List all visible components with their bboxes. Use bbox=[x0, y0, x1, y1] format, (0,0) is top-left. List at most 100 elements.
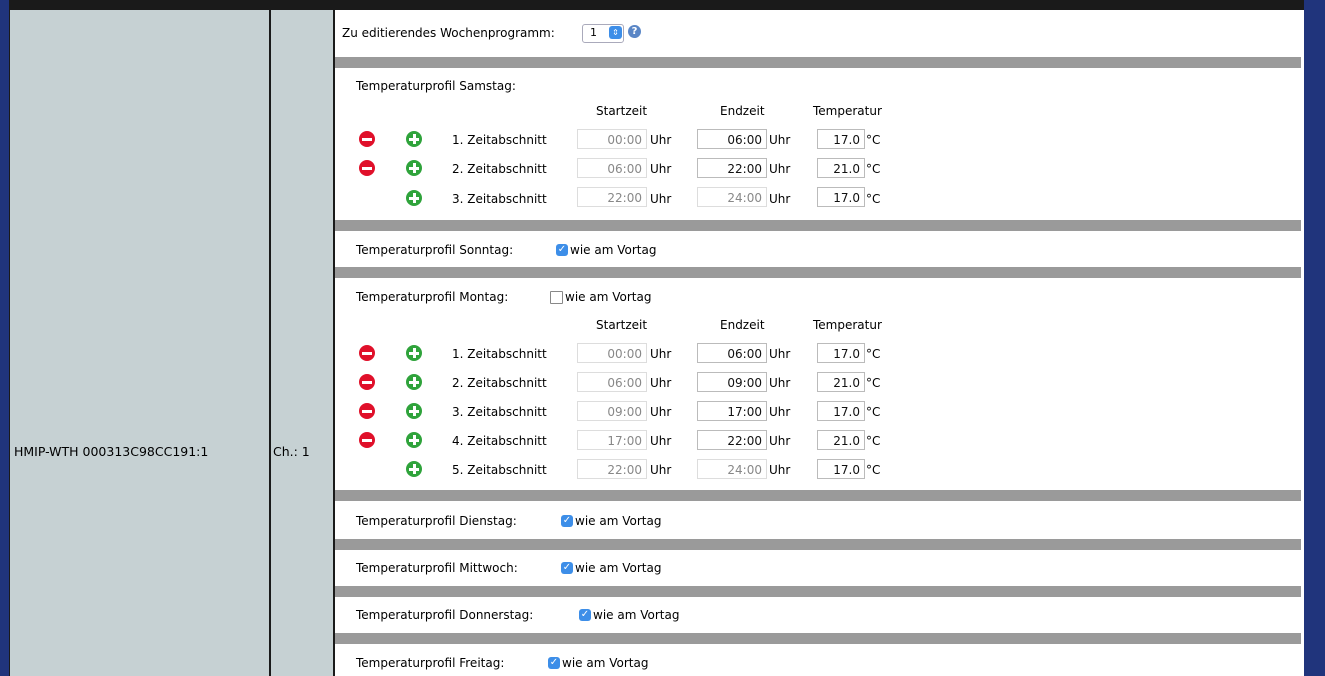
unit-label: Uhr bbox=[650, 347, 672, 361]
start-time-field: 00:00 bbox=[577, 343, 647, 363]
end-time-input[interactable]: 06:00 bbox=[697, 343, 767, 363]
day-label-sonntag: Temperaturprofil Sonntag: bbox=[356, 243, 514, 257]
end-time-field: 24:00 bbox=[697, 459, 767, 479]
header-end: Endzeit bbox=[720, 318, 765, 332]
section-divider bbox=[335, 220, 1301, 231]
unit-label: °C bbox=[866, 347, 881, 361]
temperature-input[interactable]: 17.0 bbox=[817, 459, 865, 479]
remove-period-button[interactable] bbox=[359, 345, 375, 361]
day-label-montag: Temperaturprofil Montag: bbox=[356, 290, 509, 304]
temperature-input[interactable]: 17.0 bbox=[817, 187, 865, 207]
temperature-input[interactable]: 17.0 bbox=[817, 129, 865, 149]
remove-period-button[interactable] bbox=[359, 374, 375, 390]
unit-label: Uhr bbox=[769, 133, 791, 147]
unit-label: Uhr bbox=[650, 405, 672, 419]
unit-label: Uhr bbox=[650, 463, 672, 477]
day-label-samstag: Temperaturprofil Samstag: bbox=[356, 79, 516, 93]
same-as-previous-label: wie am Vortag bbox=[575, 514, 662, 528]
program-select[interactable]: 1 ⇕ bbox=[582, 24, 624, 43]
same-as-previous-checkbox[interactable] bbox=[550, 291, 563, 304]
day-label-dienstag: Temperaturprofil Dienstag: bbox=[356, 514, 517, 528]
period-label: 1. Zeitabschnitt bbox=[452, 347, 547, 361]
unit-label: °C bbox=[866, 376, 881, 390]
unit-label: Uhr bbox=[769, 192, 791, 206]
add-period-button[interactable] bbox=[406, 131, 422, 147]
start-time-field: 22:00 bbox=[577, 459, 647, 479]
unit-label: °C bbox=[866, 405, 881, 419]
unit-label: °C bbox=[866, 162, 881, 176]
end-time-input[interactable]: 22:00 bbox=[697, 430, 767, 450]
period-label: 3. Zeitabschnitt bbox=[452, 192, 547, 206]
end-time-field: 24:00 bbox=[697, 187, 767, 207]
end-time-input[interactable]: 06:00 bbox=[697, 129, 767, 149]
unit-label: Uhr bbox=[769, 376, 791, 390]
unit-label: Uhr bbox=[650, 192, 672, 206]
start-time-field: 00:00 bbox=[577, 129, 647, 149]
period-label: 3. Zeitabschnitt bbox=[452, 405, 547, 419]
remove-period-button[interactable] bbox=[359, 131, 375, 147]
same-as-previous-label: wie am Vortag bbox=[565, 290, 652, 304]
temperature-input[interactable]: 21.0 bbox=[817, 158, 865, 178]
start-time-field: 09:00 bbox=[577, 401, 647, 421]
section-divider bbox=[335, 539, 1301, 550]
same-as-previous-checkbox[interactable]: ✓ bbox=[561, 515, 573, 527]
add-period-button[interactable] bbox=[406, 160, 422, 176]
add-period-button[interactable] bbox=[406, 432, 422, 448]
header-temp: Temperatur bbox=[813, 318, 882, 332]
same-as-previous-label: wie am Vortag bbox=[593, 608, 680, 622]
left-border bbox=[0, 0, 9, 676]
end-time-input[interactable]: 17:00 bbox=[697, 401, 767, 421]
same-as-previous-label: wie am Vortag bbox=[575, 561, 662, 575]
same-as-previous-checkbox[interactable]: ✓ bbox=[556, 244, 568, 256]
add-period-button[interactable] bbox=[406, 403, 422, 419]
unit-label: Uhr bbox=[769, 434, 791, 448]
add-period-button[interactable] bbox=[406, 374, 422, 390]
temperature-input[interactable]: 17.0 bbox=[817, 401, 865, 421]
header-temp: Temperatur bbox=[813, 104, 882, 118]
start-time-field: 22:00 bbox=[577, 187, 647, 207]
same-as-previous-checkbox[interactable]: ✓ bbox=[561, 562, 573, 574]
day-label-donnerstag: Temperaturprofil Donnerstag: bbox=[356, 608, 534, 622]
header-start: Startzeit bbox=[596, 104, 648, 118]
program-label: Zu editierendes Wochenprogramm: bbox=[342, 26, 555, 40]
temperature-input[interactable]: 17.0 bbox=[817, 343, 865, 363]
unit-label: Uhr bbox=[650, 376, 672, 390]
same-as-previous-checkbox[interactable]: ✓ bbox=[579, 609, 591, 621]
unit-label: Uhr bbox=[769, 162, 791, 176]
unit-label: Uhr bbox=[650, 133, 672, 147]
period-label: 2. Zeitabschnitt bbox=[452, 162, 547, 176]
section-divider bbox=[335, 490, 1301, 501]
program-select-value: 1 bbox=[590, 26, 597, 39]
column-divider bbox=[9, 10, 10, 676]
same-as-previous-checkbox[interactable]: ✓ bbox=[548, 657, 560, 669]
remove-period-button[interactable] bbox=[359, 403, 375, 419]
add-period-button[interactable] bbox=[406, 461, 422, 477]
temperature-input[interactable]: 21.0 bbox=[817, 430, 865, 450]
device-name: HMIP-WTH 000313C98CC191:1 bbox=[14, 444, 209, 459]
period-label: 1. Zeitabschnitt bbox=[452, 133, 547, 147]
add-period-button[interactable] bbox=[406, 345, 422, 361]
remove-period-button[interactable] bbox=[359, 160, 375, 176]
unit-label: °C bbox=[866, 133, 881, 147]
section-divider bbox=[335, 57, 1301, 68]
unit-label: °C bbox=[866, 434, 881, 448]
unit-label: °C bbox=[866, 463, 881, 477]
temperature-input[interactable]: 21.0 bbox=[817, 372, 865, 392]
device-column bbox=[9, 10, 269, 676]
chevron-updown-icon: ⇕ bbox=[609, 26, 622, 39]
end-time-input[interactable]: 09:00 bbox=[697, 372, 767, 392]
unit-label: Uhr bbox=[650, 434, 672, 448]
add-period-button[interactable] bbox=[406, 190, 422, 206]
section-divider bbox=[335, 633, 1301, 644]
start-time-field: 17:00 bbox=[577, 430, 647, 450]
unit-label: Uhr bbox=[650, 162, 672, 176]
channel-label: Ch.: 1 bbox=[273, 444, 310, 459]
channel-column bbox=[271, 10, 333, 676]
section-divider bbox=[335, 586, 1301, 597]
remove-period-button[interactable] bbox=[359, 432, 375, 448]
help-icon[interactable]: ? bbox=[628, 25, 641, 38]
top-border bbox=[9, 0, 1304, 10]
start-time-field: 06:00 bbox=[577, 372, 647, 392]
end-time-input[interactable]: 22:00 bbox=[697, 158, 767, 178]
period-label: 2. Zeitabschnitt bbox=[452, 376, 547, 390]
